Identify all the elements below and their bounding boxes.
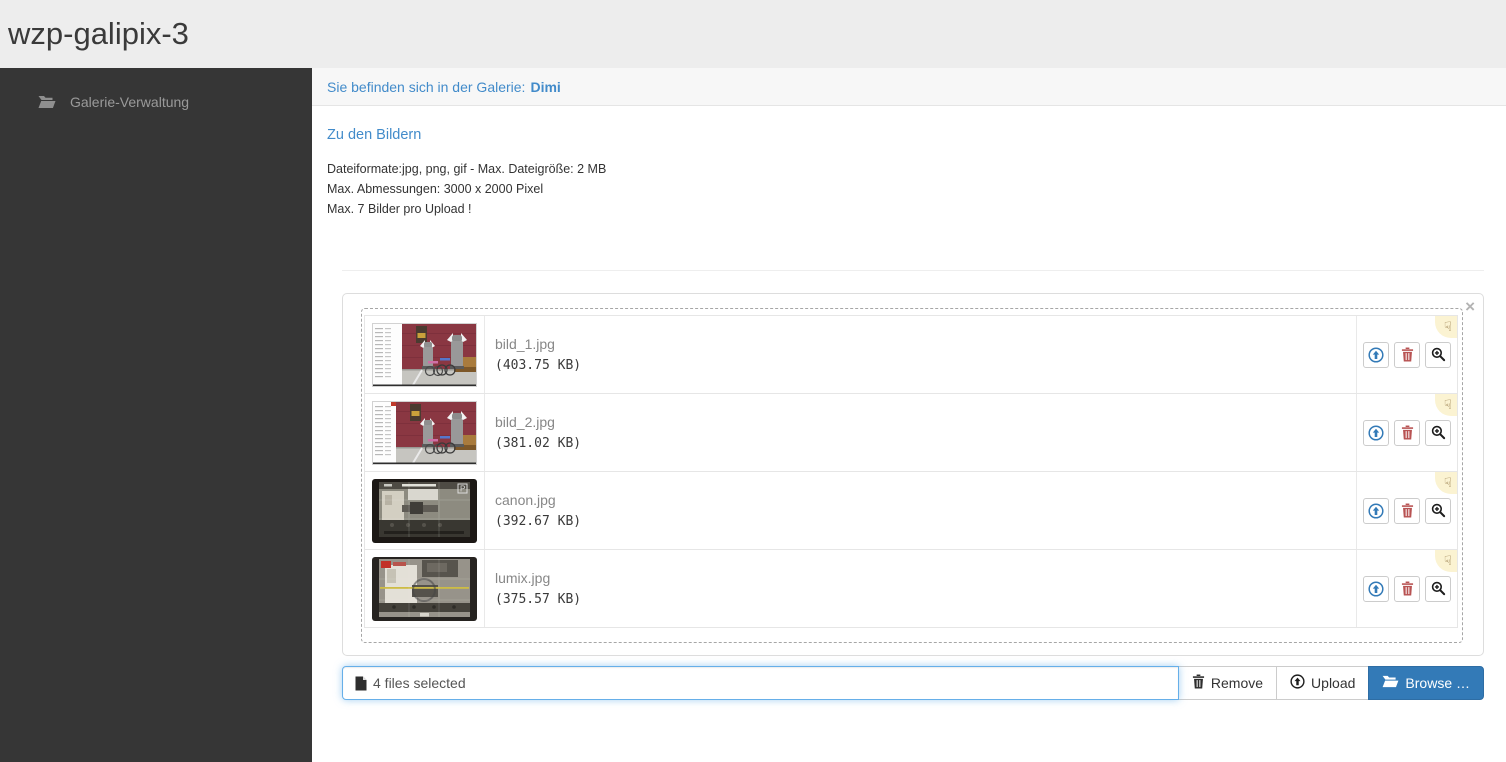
zoom-file-button[interactable] <box>1425 497 1451 524</box>
file-details: bild_2.jpg (381.02 KB) <box>485 394 1356 471</box>
file-size: (392.67 KB) <box>495 514 582 529</box>
app-title: wzp-galipix-3 <box>8 16 189 51</box>
delete-file-button[interactable] <box>1394 341 1420 368</box>
file-row: bild_1.jpg (403.75 KB) ☟ <box>364 315 1458 394</box>
info-line-formats: Dateiformate:jpg, png, gif - Max. Dateig… <box>327 162 607 176</box>
folder-open-icon <box>1382 675 1399 691</box>
upload-button-label: Upload <box>1311 675 1356 691</box>
browse-button-label: Browse … <box>1405 675 1470 691</box>
file-caption-input[interactable]: 4 files selected <box>342 666 1179 700</box>
svg-text:P: P <box>460 484 465 493</box>
file-drop-zone[interactable]: bild_1.jpg (403.75 KB) ☟ bild_2.jpg (381… <box>361 308 1463 643</box>
sidebar-item-galerie-verwaltung[interactable]: Galerie-Verwaltung <box>0 68 312 110</box>
zoom-file-button[interactable] <box>1425 575 1451 602</box>
remove-button[interactable]: Remove <box>1177 666 1278 700</box>
file-caption-text: 4 files selected <box>373 675 466 691</box>
upload-file-button[interactable] <box>1363 341 1389 368</box>
info-line-max-count: Max. 7 Bilder pro Upload ! <box>327 202 472 216</box>
file-row: P canon.jpg (392.67 KB) ☟ <box>364 471 1458 550</box>
file-thumbnail: P <box>365 472 485 549</box>
upload-button[interactable]: Upload <box>1276 666 1370 700</box>
browse-button[interactable]: Browse … <box>1368 666 1484 700</box>
delete-file-button[interactable] <box>1394 497 1420 524</box>
file-actions: ☟ <box>1356 394 1457 471</box>
file-name: canon.jpg <box>495 492 556 508</box>
upload-icon <box>1290 674 1305 692</box>
file-name: lumix.jpg <box>495 570 551 586</box>
file-upload-widget: × bild_1.jpg (403.75 KB) ☟ bild_2.jpg (3… <box>342 270 1484 700</box>
drag-handle-icon[interactable]: ☟ <box>1435 550 1457 572</box>
sidebar: Galerie-Verwaltung <box>0 68 312 762</box>
file-actions: ☟ <box>1356 316 1457 393</box>
trash-icon <box>1192 674 1205 692</box>
to-images-link[interactable]: Zu den Bildern <box>327 127 421 143</box>
gallery-location-bar: Sie befinden sich in der Galerie: Dimi <box>312 68 1506 106</box>
file-icon <box>355 676 367 691</box>
drag-handle-icon[interactable]: ☟ <box>1435 316 1457 338</box>
file-name: bild_1.jpg <box>495 336 555 352</box>
upload-rules-info: Dateiformate:jpg, png, gif - Max. Dateig… <box>327 159 1491 219</box>
file-details: canon.jpg (392.67 KB) <box>485 472 1356 549</box>
file-details: bild_1.jpg (403.75 KB) <box>485 316 1356 393</box>
file-size: (375.57 KB) <box>495 592 582 607</box>
gallery-name: Dimi <box>530 78 561 95</box>
file-row: bild_2.jpg (381.02 KB) ☟ <box>364 393 1458 472</box>
drag-handle-icon[interactable]: ☟ <box>1435 472 1457 494</box>
info-line-dimensions: Max. Abmessungen: 3000 x 2000 Pixel <box>327 182 544 196</box>
file-actions: ☟ <box>1356 472 1457 549</box>
file-name: bild_2.jpg <box>495 414 555 430</box>
delete-file-button[interactable] <box>1394 575 1420 602</box>
folder-open-icon <box>38 95 56 109</box>
upload-file-button[interactable] <box>1363 497 1389 524</box>
file-size: (403.75 KB) <box>495 358 582 373</box>
file-list: bild_1.jpg (403.75 KB) ☟ bild_2.jpg (381… <box>364 315 1458 628</box>
file-thumbnail <box>365 316 485 393</box>
divider <box>342 270 1484 271</box>
file-actions: ☟ <box>1356 550 1457 627</box>
gallery-location-text: Sie befinden sich in der Galerie: <box>327 78 526 95</box>
main-content: Sie befinden sich in der Galerie: Dimi Z… <box>312 68 1506 762</box>
upload-file-button[interactable] <box>1363 575 1389 602</box>
close-icon[interactable]: × <box>1465 298 1475 315</box>
app-header: wzp-galipix-3 <box>0 0 1506 68</box>
zoom-file-button[interactable] <box>1425 341 1451 368</box>
zoom-file-button[interactable] <box>1425 419 1451 446</box>
remove-button-label: Remove <box>1210 675 1264 691</box>
file-size: (381.02 KB) <box>495 436 582 451</box>
sidebar-item-label: Galerie-Verwaltung <box>70 94 190 110</box>
file-thumbnail <box>365 394 485 471</box>
file-preview-container: × bild_1.jpg (403.75 KB) ☟ bild_2.jpg (3… <box>342 293 1484 656</box>
file-details: lumix.jpg (375.57 KB) <box>485 550 1356 627</box>
drag-handle-icon[interactable]: ☟ <box>1435 394 1457 416</box>
upload-file-button[interactable] <box>1363 419 1389 446</box>
file-row: lumix.jpg (375.57 KB) ☟ <box>364 549 1458 628</box>
file-input-group: 4 files selected Remove Upload Browse … <box>342 666 1484 700</box>
delete-file-button[interactable] <box>1394 419 1420 446</box>
file-thumbnail <box>365 550 485 627</box>
